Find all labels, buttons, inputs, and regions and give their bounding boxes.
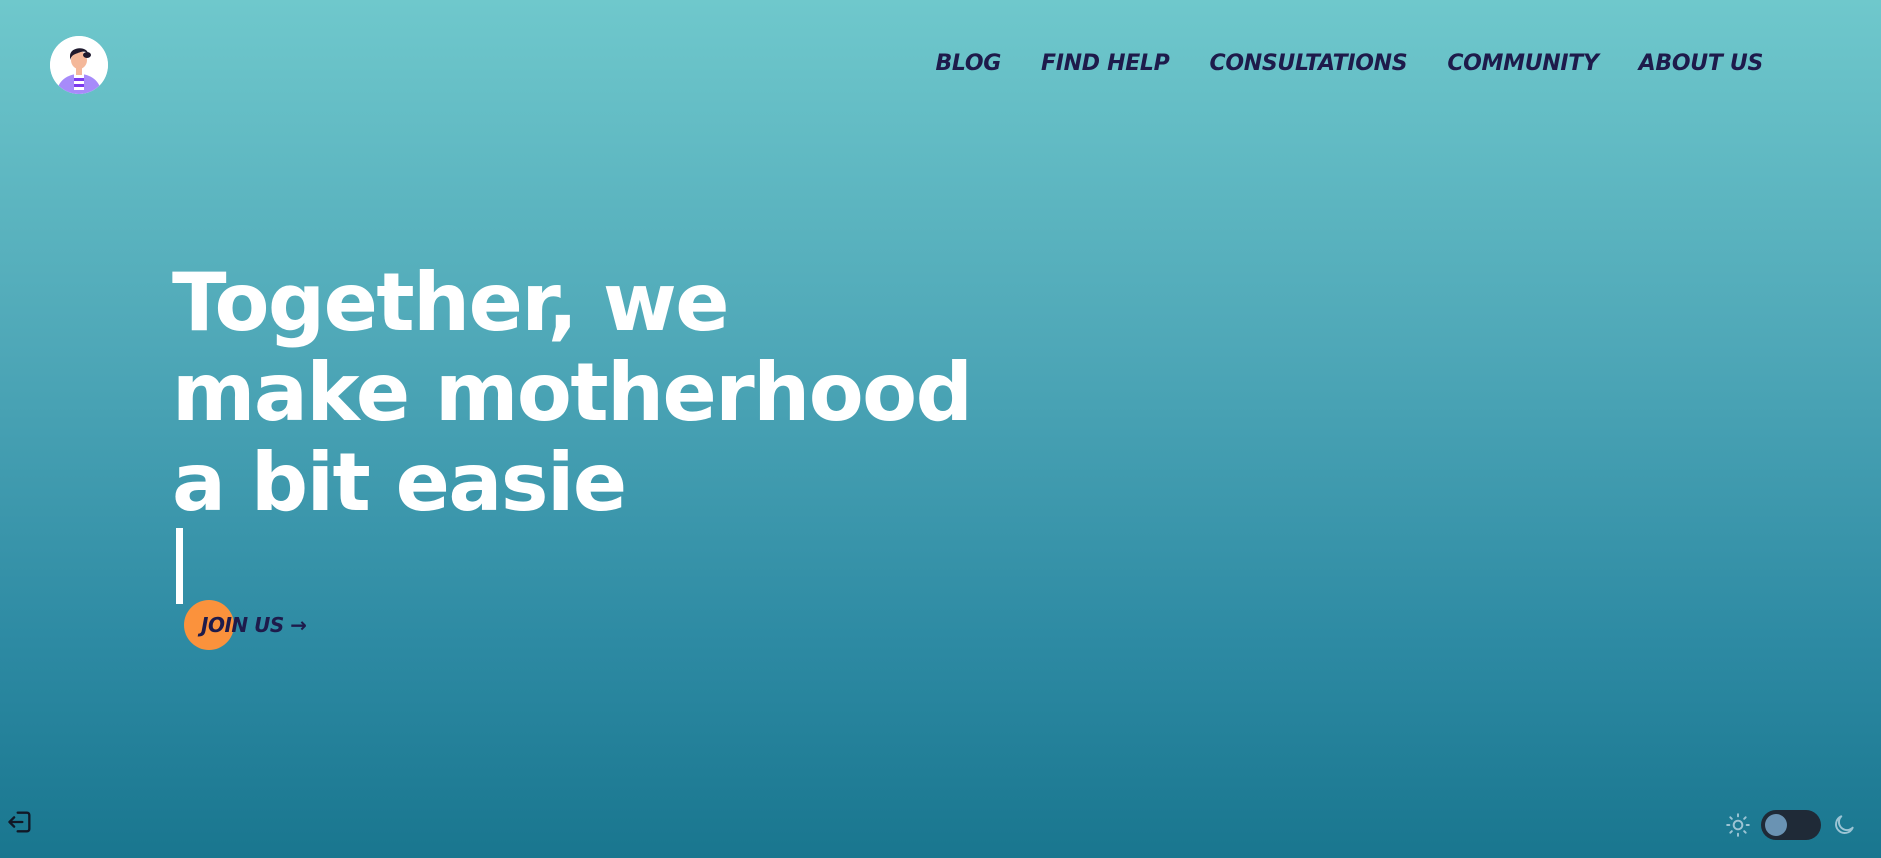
avatar-icon (50, 36, 108, 94)
theme-switcher (1725, 810, 1857, 840)
logout-button[interactable] (6, 808, 34, 836)
join-us-button[interactable]: JOIN US → (184, 600, 307, 650)
nav-find-help[interactable]: FIND HELP (1041, 48, 1170, 80)
hero-line-3-text: a bit easie (172, 436, 627, 529)
nav-blog[interactable]: BLOG (935, 48, 1001, 80)
sun-icon (1726, 813, 1750, 837)
hero-line-2: make motherhood (172, 346, 973, 439)
typing-caret (176, 528, 183, 604)
logout-icon (8, 811, 31, 833)
nav-consultations[interactable]: CONSULTATIONS (1209, 48, 1407, 80)
main-nav: BLOG FIND HELP CONSULTATIONS COMMUNITY A… (895, 48, 1763, 80)
nav-about-us[interactable]: ABOUT US (1639, 48, 1764, 80)
theme-toggle[interactable] (1761, 810, 1821, 840)
nav-community[interactable]: COMMUNITY (1447, 48, 1599, 80)
hero-heading: Together, we make motherhood a bit easie (172, 256, 973, 604)
hero-line-1: Together, we (172, 256, 729, 349)
logo-avatar[interactable] (50, 36, 108, 94)
moon-icon (1835, 815, 1854, 834)
hero-line-3: a bit easie (172, 438, 971, 604)
toggle-knob (1765, 814, 1787, 836)
join-us-label: JOIN US → (201, 613, 307, 637)
